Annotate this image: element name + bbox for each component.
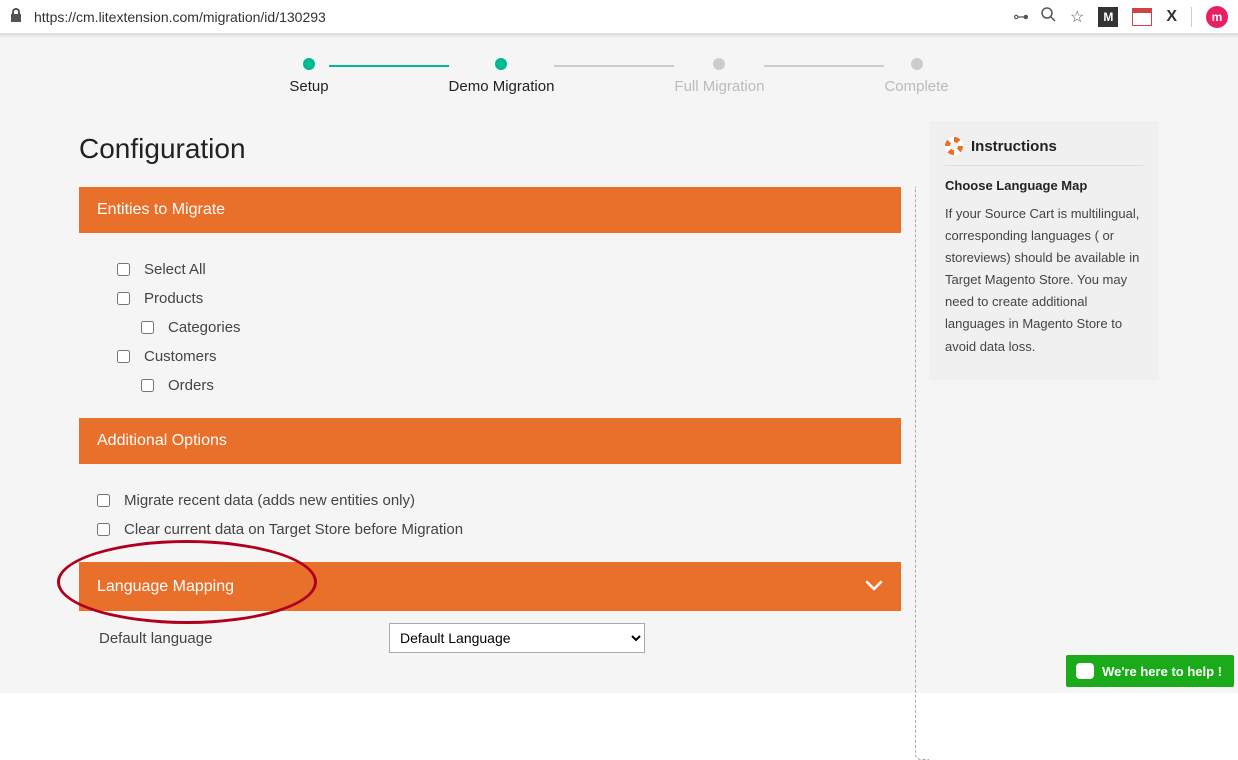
step-connector xyxy=(764,65,884,67)
section-title: Entities to Migrate xyxy=(97,201,225,219)
default-language-label: Default language xyxy=(99,630,389,647)
checkbox-customers[interactable]: Customers xyxy=(117,342,883,371)
extension-m-icon[interactable]: M xyxy=(1098,7,1118,27)
section-title: Language Mapping xyxy=(97,578,234,596)
step-label: Full Migration xyxy=(674,78,764,95)
progress-stepper: Setup Demo Migration Full Migration Comp… xyxy=(0,38,1238,111)
extension-x-icon[interactable]: X xyxy=(1166,8,1177,26)
section-title: Additional Options xyxy=(97,432,227,450)
checkbox-input[interactable] xyxy=(117,263,130,276)
page-title: Configuration xyxy=(79,133,901,165)
url-text[interactable]: https://cm.litextension.com/migration/id… xyxy=(34,9,326,25)
step-setup[interactable]: Setup xyxy=(289,58,328,95)
checkbox-migrate-recent[interactable]: Migrate recent data (adds new entities o… xyxy=(97,486,883,515)
checkbox-clear-data[interactable]: Clear current data on Target Store befor… xyxy=(97,515,883,544)
separator xyxy=(1191,7,1192,27)
additional-body: Migrate recent data (adds new entities o… xyxy=(79,464,901,562)
checkbox-label: Products xyxy=(144,290,203,307)
checkbox-categories[interactable]: Categories xyxy=(117,313,883,342)
zoom-icon[interactable] xyxy=(1040,6,1056,27)
instructions-body: If your Source Cart is multilingual, cor… xyxy=(945,203,1143,358)
instructions-heading: Instructions xyxy=(971,138,1057,155)
checkbox-label: Orders xyxy=(168,377,214,394)
language-default-row: Default language Default Language xyxy=(79,611,901,653)
checkbox-input[interactable] xyxy=(141,379,154,392)
section-header-additional: Additional Options xyxy=(79,418,901,464)
default-language-select[interactable]: Default Language xyxy=(389,623,645,653)
entities-body: Select All Products Categories Customers… xyxy=(79,233,901,418)
step-connector xyxy=(554,65,674,67)
checkbox-label: Customers xyxy=(144,348,217,365)
instructions-subheading: Choose Language Map xyxy=(945,178,1143,193)
dashed-connector xyxy=(915,187,929,760)
step-connector xyxy=(329,65,449,67)
chevron-down-icon[interactable] xyxy=(865,576,883,597)
help-widget-label: We're here to help ! xyxy=(1102,664,1222,679)
help-widget[interactable]: We're here to help ! xyxy=(1066,655,1234,687)
browser-toolbar-icons: ⊶ ☆ M X m xyxy=(1013,6,1228,28)
step-complete[interactable]: Complete xyxy=(884,58,948,95)
checkbox-select-all[interactable]: Select All xyxy=(117,255,883,284)
checkbox-label: Categories xyxy=(168,319,241,336)
checkbox-orders[interactable]: Orders xyxy=(117,371,883,400)
checkbox-input[interactable] xyxy=(117,292,130,305)
browser-address-bar: https://cm.litextension.com/migration/id… xyxy=(0,0,1238,34)
checkbox-label: Clear current data on Target Store befor… xyxy=(124,521,463,538)
chat-icon xyxy=(1076,663,1094,679)
step-demo-migration[interactable]: Demo Migration xyxy=(449,58,555,95)
key-icon[interactable]: ⊶ xyxy=(1013,7,1026,27)
step-label: Demo Migration xyxy=(449,78,555,95)
checkbox-label: Migrate recent data (adds new entities o… xyxy=(124,492,415,509)
star-icon[interactable]: ☆ xyxy=(1070,7,1084,27)
instructions-card: Instructions Choose Language Map If your… xyxy=(929,121,1159,380)
checkbox-products[interactable]: Products xyxy=(117,284,883,313)
checkbox-input[interactable] xyxy=(97,523,110,536)
profile-avatar[interactable]: m xyxy=(1206,6,1228,28)
checkbox-label: Select All xyxy=(144,261,206,278)
checkbox-input[interactable] xyxy=(141,321,154,334)
calendar-icon[interactable] xyxy=(1132,8,1152,26)
checkbox-input[interactable] xyxy=(117,350,130,363)
step-label: Complete xyxy=(884,78,948,95)
section-header-language[interactable]: Language Mapping xyxy=(79,562,901,611)
step-full-migration[interactable]: Full Migration xyxy=(674,58,764,95)
checkbox-input[interactable] xyxy=(97,494,110,507)
lifebuoy-icon xyxy=(945,137,963,155)
lock-icon xyxy=(10,8,22,25)
section-header-entities: Entities to Migrate xyxy=(79,187,901,233)
step-label: Setup xyxy=(289,78,328,95)
